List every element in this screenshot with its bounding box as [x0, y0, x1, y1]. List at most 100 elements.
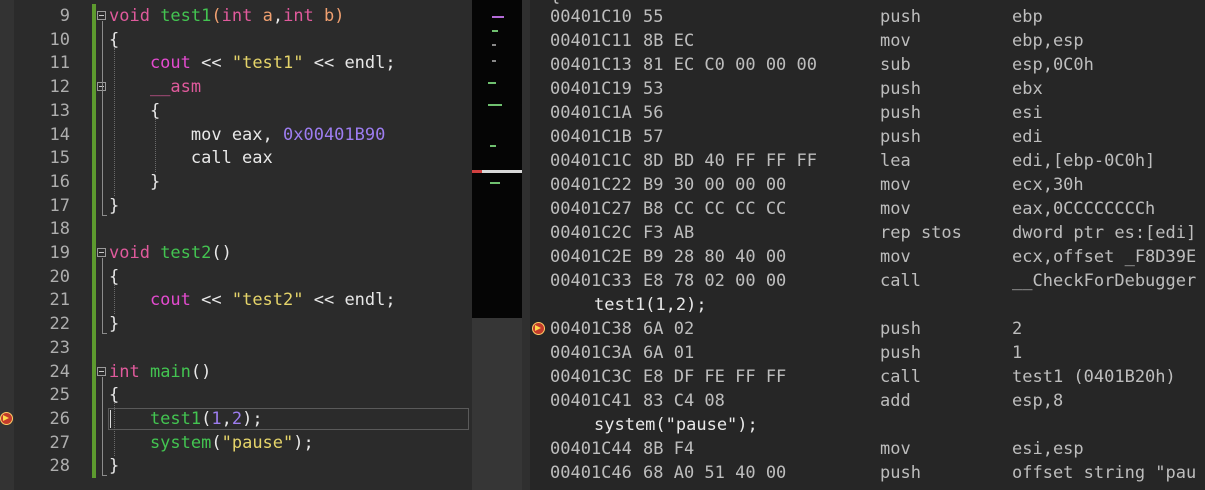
code-text[interactable]: mov eax, 0x00401B90 — [109, 123, 385, 147]
code-text[interactable]: int main() — [109, 360, 211, 384]
pane-splitter[interactable] — [522, 0, 530, 490]
code-line[interactable]: 19 void test2() — [0, 241, 472, 265]
disassembly-line[interactable]: 00401C3A 6A 01 push 1 — [530, 341, 1205, 365]
disassembly-line[interactable]: 00401C27 B8 CC CC CC CC mov eax,0CCCCCCCCh — [530, 197, 1205, 221]
disassembly-line[interactable]: 00401C13 81 EC C0 00 00 00 sub esp,0C0h — [530, 53, 1205, 77]
disassembly-line[interactable]: 00401C3C E8 DF FE FF FF call test1 (0401B20… — [530, 365, 1205, 389]
disassembly-line[interactable]: 00401C1B 57 push edi — [530, 125, 1205, 149]
code-text[interactable]: void test2() — [109, 241, 232, 265]
code-line[interactable]: 25 { — [0, 383, 472, 407]
disassembly-line[interactable]: 00401C41 83 C4 08 add esp,8 — [530, 389, 1205, 413]
code-line[interactable]: 12 __asm — [0, 75, 472, 99]
minimap-code-mark — [492, 44, 496, 46]
code-text[interactable]: } — [109, 194, 119, 218]
code-text[interactable]: system("pause"); — [109, 431, 314, 455]
yellow-arrow-icon[interactable] — [532, 322, 545, 335]
code-token: ( — [211, 6, 222, 26]
code-text[interactable]: } — [109, 170, 160, 194]
code-text[interactable]: } — [109, 312, 119, 336]
code-line[interactable]: 20 { — [0, 265, 472, 289]
disassembly-line[interactable]: 00401C22 B9 30 00 00 00 mov ecx,30h — [530, 173, 1205, 197]
scrollbar-track[interactable] — [472, 318, 522, 490]
disassembly-line[interactable]: 00401C44 8B F4 mov esi,esp — [530, 437, 1205, 461]
code-token: test1 — [109, 408, 202, 429]
instruction-address: 00401C1B — [550, 127, 632, 147]
disassembly-line[interactable]: 00401C10 55 push ebp — [530, 5, 1205, 29]
disassembly-line[interactable]: 00401C33 E8 78 02 00 00 call __CheckForDebu… — [530, 269, 1205, 293]
code-line[interactable]: 16 } — [0, 170, 472, 194]
collapse-box-icon[interactable] — [97, 248, 106, 257]
code-text[interactable]: cout << "test1" << endl; — [109, 51, 396, 75]
code-text[interactable]: { — [109, 99, 160, 123]
minimap-code-mark — [488, 104, 502, 106]
disassembly-line[interactable]: 00401C2E B9 28 80 40 00 mov ecx,offset _F8D… — [530, 245, 1205, 269]
code-line[interactable]: 18 — [0, 217, 472, 241]
code-text[interactable]: __asm — [109, 75, 201, 99]
code-line[interactable]: 22} — [0, 312, 472, 336]
disassembly-line[interactable]: 00401C2C F3 AB rep stos dword ptr es:[edi] — [530, 221, 1205, 245]
source-line[interactable]: test1(1,2); — [530, 293, 1205, 317]
code-line[interactable]: 14 mov eax, 0x00401B90 — [0, 123, 472, 147]
code-token: int — [283, 6, 325, 26]
instruction-operands: eax,0CCCCCCCCh — [1012, 199, 1156, 219]
code-text[interactable]: test1(1,2); — [109, 407, 263, 431]
instruction-address: 00401C38 — [550, 319, 632, 339]
instruction-mnemonic: push — [880, 127, 921, 147]
line-number: 15 — [49, 148, 70, 169]
instruction-mnemonic: call — [880, 367, 921, 387]
instruction-operands: 1 — [1012, 343, 1023, 363]
instruction-operands: offset string "pau — [1012, 463, 1197, 483]
code-line[interactable]: 21 cout << "test2" << endl; — [0, 288, 472, 312]
code-editor[interactable]: 9 void test1(int a,int b) 10{11 cout << "t… — [0, 0, 472, 490]
disassembly-line[interactable]: 00401C1C 8D BD 40 FF FF FF lea edi,[ebp-0C0… — [530, 149, 1205, 173]
indent-guide — [114, 403, 116, 457]
code-token: } — [109, 195, 120, 216]
code-text[interactable]: void test1(int a,int b) — [109, 4, 345, 28]
instruction-address: 00401C27 — [550, 199, 632, 219]
code-token: 0x00401B90 — [283, 124, 386, 145]
disassembly-line[interactable]: 00401C38 6A 02 push 2 — [530, 317, 1205, 341]
disassembly-line[interactable]: 00401C19 53 push ebx — [530, 77, 1205, 101]
code-line[interactable]: 13 { — [0, 99, 472, 123]
instruction-operands: ebx — [1012, 79, 1043, 99]
code-text[interactable]: call eax — [109, 146, 273, 170]
line-number: 25 — [49, 385, 70, 406]
line-number: 13 — [49, 100, 70, 121]
collapse-box-icon[interactable] — [97, 11, 106, 20]
source-line[interactable]: system("pause"); — [530, 413, 1205, 437]
code-line[interactable]: 17} — [0, 194, 472, 218]
code-token: b — [324, 6, 335, 26]
code-text[interactable]: } — [109, 454, 119, 478]
code-line[interactable]: 28} — [0, 454, 472, 478]
code-line[interactable]: 11 cout << "test1" << endl; — [0, 51, 472, 75]
disassembly-line[interactable]: 00401C1A 56 push esi — [530, 101, 1205, 125]
instruction-address: 00401C13 — [550, 55, 632, 75]
collapse-box-icon[interactable] — [97, 366, 106, 376]
minimap-code-mark — [488, 82, 496, 84]
code-line[interactable]: 15 call eax — [0, 146, 472, 170]
yellow-arrow-icon[interactable] — [0, 411, 13, 425]
minimap-code-mark — [492, 30, 498, 32]
disassembly-window[interactable]: { 00401C1055pushebp00401C118B ECmovebp,e… — [530, 0, 1205, 490]
instruction-bytes: E8 DF FE FF FF — [643, 367, 787, 387]
code-token: int — [109, 361, 150, 382]
code-line[interactable]: 24 int main() — [0, 360, 472, 384]
code-token: << endl; — [303, 53, 396, 74]
code-line[interactable]: 23 — [0, 336, 472, 360]
disassembly-line[interactable]: 00401C46 68 A0 51 40 00 push offset string … — [530, 461, 1205, 485]
instruction-bytes: 8B EC — [643, 31, 695, 51]
instruction-operands: __CheckForDebugger — [1012, 271, 1197, 291]
minimap-code-mark — [492, 16, 504, 18]
code-line[interactable]: 9 void test1(int a,int b) — [0, 4, 472, 28]
code-line[interactable]: 27 system("pause"); — [0, 431, 472, 455]
instruction-address: 00401C41 — [550, 391, 632, 411]
code-text[interactable]: cout << "test2" << endl; — [109, 288, 396, 312]
code-token: , — [221, 408, 232, 429]
code-line[interactable]: 10 { — [0, 28, 472, 52]
code-line[interactable]: 26 test1(1,2); — [0, 407, 472, 431]
instruction-address: 00401C33 — [550, 271, 632, 291]
disassembly-line[interactable]: 00401C11 8B EC mov ebp,esp — [530, 29, 1205, 53]
instruction-address: 00401C11 — [550, 31, 632, 51]
instruction-mnemonic: push — [880, 7, 921, 27]
scrollbar-minimap[interactable] — [472, 0, 522, 318]
